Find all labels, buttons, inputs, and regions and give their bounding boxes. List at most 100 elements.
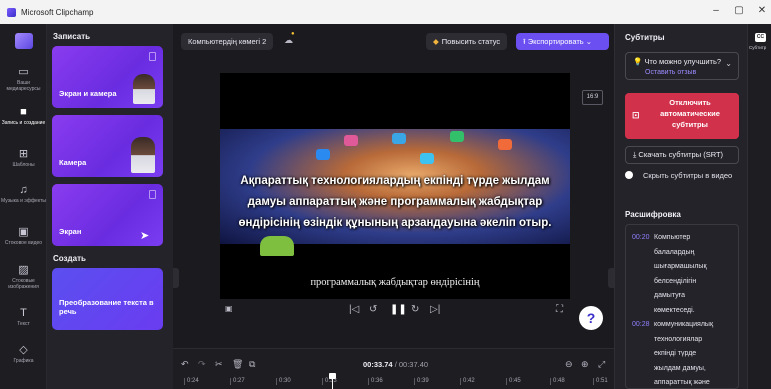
- transcript-line[interactable]: балалардың: [632, 246, 732, 261]
- hide-subtitles-toggle[interactable]: Скрыть субтитры в видео: [625, 171, 732, 180]
- ruler-tick: 0:45: [506, 378, 521, 385]
- close-button[interactable]: ✕: [752, 5, 771, 16]
- ruler-tick: 0:39: [414, 378, 429, 385]
- download-srt-button[interactable]: ⤓ Скачать субтитры (SRT): [625, 146, 739, 164]
- rail-item-media[interactable]: ▭ Ваши медиаресурсы: [0, 66, 47, 92]
- redo-icon[interactable]: ↷: [198, 359, 206, 370]
- clipchamp-logo-icon: [7, 7, 16, 17]
- editor-topbar: Компьютердің көмегі 2 ☁ ● ◆ Повысить стату…: [173, 24, 614, 58]
- video-preview[interactable]: Ақпараттық технологиялардың екпінді түрд…: [220, 73, 570, 299]
- leave-feedback-link[interactable]: Оставить отзыв: [645, 69, 696, 76]
- music-icon: ♫: [19, 184, 28, 196]
- timecode: 00:33.74 / 00:37.40: [363, 360, 429, 369]
- transcript-line[interactable]: технологиялар: [632, 333, 732, 348]
- window-title: Microsoft Clipchamp: [21, 7, 94, 17]
- camera-icon: ■: [20, 106, 27, 118]
- duplicate-icon[interactable]: ⧉: [249, 359, 255, 370]
- stock-image-icon: ▨: [18, 264, 29, 276]
- feedback-dropdown[interactable]: 💡 Что можно улучшить? Оставить отзыв ⌄: [625, 52, 739, 80]
- rail-item-text[interactable]: T Текст: [0, 307, 47, 327]
- ruler-tick: 0:36: [368, 378, 383, 385]
- help-button[interactable]: ?: [579, 306, 603, 330]
- rail-item-music[interactable]: ♫ Музыка и эффекты: [0, 184, 47, 204]
- transcript-header: Расшифровка: [625, 210, 681, 219]
- camera-card[interactable]: Камера: [52, 115, 163, 177]
- clipchamp-icon: [15, 33, 33, 49]
- screen-icon: [149, 52, 156, 61]
- split-icon[interactable]: ✂: [215, 359, 223, 370]
- transcript-line[interactable]: жылдам дамуы,: [632, 362, 732, 377]
- transcript-line[interactable]: 00:28 коммуникациялық: [632, 318, 732, 333]
- diamond-icon: ◆: [433, 37, 439, 46]
- skip-forward-icon[interactable]: ▷|: [430, 304, 440, 315]
- project-name-field[interactable]: Компьютердің көмегі 2: [181, 33, 274, 50]
- rewind-5s-icon[interactable]: ↺: [369, 304, 377, 315]
- aspect-ratio-button[interactable]: 16:9: [582, 90, 603, 105]
- upgrade-button[interactable]: ◆ Повысить статус: [426, 33, 508, 50]
- rail-item-label: Запись и создание: [1, 120, 46, 126]
- transcript-line[interactable]: аппараттық және: [632, 376, 732, 388]
- zoom-in-icon[interactable]: ⊕: [581, 359, 589, 370]
- playhead[interactable]: [329, 373, 336, 389]
- preview-stage: 16:9 Ақпараттық технологиялардың екпінді…: [173, 58, 614, 348]
- transcript-line[interactable]: көмектеседі.: [632, 304, 732, 319]
- maximize-button[interactable]: ▢: [729, 5, 749, 16]
- rail-item-label: Музыка и эффекты: [1, 198, 46, 204]
- playback-controls: ▣ |◁ ↺ ❚❚ ↻ ▷| ⛶: [173, 304, 614, 322]
- subtitles-panel: Субтитры 💡 Что можно улучшить? Оставить …: [614, 24, 747, 389]
- captions-toggle-icon[interactable]: ▣: [225, 304, 233, 313]
- transcript-line[interactable]: шығармашылық: [632, 260, 732, 275]
- rail-item-label: Шаблоны: [12, 162, 35, 168]
- section-create-heading: Создать: [53, 254, 86, 263]
- rail-item-record[interactable]: ■ Запись и создание: [0, 106, 47, 126]
- forward-5s-icon[interactable]: ↻: [411, 304, 419, 315]
- screen-card[interactable]: Экран ➤: [52, 184, 163, 246]
- fullscreen-icon[interactable]: ⛶: [556, 304, 563, 315]
- mouse-cursor-icon: ➤: [140, 230, 150, 242]
- captions-tab-label: Субтитр: [749, 45, 767, 50]
- minimize-button[interactable]: –: [706, 5, 726, 16]
- nav-rail: ▭ Ваши медиаресурсы ■ Запись и создание …: [0, 24, 47, 389]
- rail-item-label: Стоковое видео: [4, 240, 43, 246]
- disable-auto-subtitles-button[interactable]: ⊡ Отключить автоматические субтитры: [625, 93, 739, 139]
- pause-icon[interactable]: ❚❚: [390, 304, 407, 315]
- section-record-heading: Записать: [53, 32, 91, 41]
- card-label: Преобразование текста в речь: [59, 298, 154, 316]
- skip-back-icon[interactable]: |◁: [349, 304, 359, 315]
- captions-cc-icon[interactable]: CC: [755, 33, 766, 42]
- screen-and-camera-card[interactable]: Экран и камера: [52, 46, 163, 108]
- record-create-panel: Записать Экран и камера Камера Экран ➤ С…: [47, 24, 173, 389]
- zoom-out-icon[interactable]: ⊖: [565, 359, 573, 370]
- cloud-sync-icon[interactable]: ☁ ●: [284, 31, 295, 46]
- collapse-left-panel-button[interactable]: [173, 268, 179, 288]
- rail-item-stock-video[interactable]: ▣ Стоковое видео: [0, 226, 47, 246]
- delete-icon[interactable]: 🗑: [232, 359, 243, 370]
- feedback-question: 💡 Что можно улучшить?: [633, 57, 722, 66]
- timeline-ruler[interactable]: 0:24 0:27 0:30 0:33 0:36 0:39 0:42 0:45 …: [173, 375, 614, 389]
- toggle-indicator[interactable]: [625, 171, 633, 179]
- rail-item-graphics[interactable]: ◇ Графика: [0, 344, 47, 364]
- transcript-line[interactable]: белсенділігін: [632, 275, 732, 290]
- rail-item-label: Текст: [17, 321, 30, 327]
- presenter-thumbnail: [131, 137, 155, 173]
- transcript-line[interactable]: екпінді түрде: [632, 347, 732, 362]
- undo-icon[interactable]: ↶: [181, 359, 189, 370]
- screen-icon: [149, 190, 156, 199]
- rail-item-templates[interactable]: ⊞ Шаблоны: [0, 148, 47, 168]
- stock-video-icon: ▣: [18, 226, 29, 238]
- text-to-speech-card[interactable]: Преобразование текста в речь: [52, 268, 163, 330]
- subtitle-caption: программалық жабдықтар өндірісінің: [310, 277, 480, 288]
- subtitles-header: Субтитры: [625, 33, 665, 42]
- fit-timeline-icon[interactable]: ⤢: [598, 359, 605, 370]
- transcript-line[interactable]: 00:20 Компьютер: [632, 231, 732, 246]
- transcript-line[interactable]: дамытуға: [632, 289, 732, 304]
- export-button[interactable]: ⭱ Экспортировать ⌄: [516, 33, 609, 50]
- card-label: Камера: [59, 158, 87, 167]
- ruler-tick: 0:27: [230, 378, 245, 385]
- ruler-tick: 0:42: [460, 378, 475, 385]
- rail-item-label: Ваши медиаресурсы: [6, 80, 41, 92]
- rail-item-label: Стоковые изображения: [8, 278, 39, 290]
- transcript-list[interactable]: 00:20 Компьютер балалардың шығармашылық б…: [625, 224, 739, 389]
- rail-item-stock-images[interactable]: ▨ Стоковые изображения: [0, 264, 47, 290]
- chevron-down-icon: ⌄: [725, 59, 732, 68]
